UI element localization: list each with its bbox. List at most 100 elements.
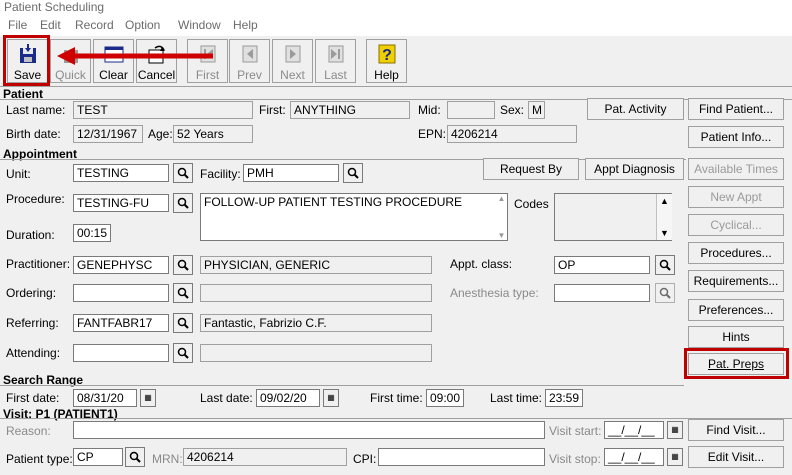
menu-file[interactable]: File	[8, 18, 27, 32]
visit-stop-calendar-button[interactable]: ▦	[667, 448, 683, 466]
last-time-field[interactable]: 23:59	[545, 389, 583, 407]
attending-name-field[interactable]	[200, 344, 432, 362]
anesthesia-type-label: Anesthesia type:	[450, 286, 539, 300]
duration-field[interactable]: 00:15	[73, 224, 111, 242]
birth-date-field[interactable]: 12/31/1967	[73, 125, 143, 143]
cyclical-button[interactable]: Cyclical...	[688, 214, 784, 236]
last-name-field[interactable]: TEST	[73, 101, 253, 119]
procedures-button[interactable]: Procedures...	[688, 242, 784, 264]
scroll-up-icon[interactable]: ▲	[657, 194, 672, 208]
appt-diagnosis-button[interactable]: Appt Diagnosis	[585, 158, 684, 180]
procedure-field[interactable]: TESTING-FU	[73, 194, 169, 212]
procedure-desc-scrollbar[interactable]: ▲ ▼	[496, 194, 507, 240]
preferences-button[interactable]: Preferences...	[688, 299, 784, 321]
facility-field[interactable]: PMH	[243, 164, 339, 182]
first-date-field[interactable]: 08/31/20	[73, 389, 137, 407]
unit-lookup-button[interactable]	[173, 163, 193, 183]
appt-class-field[interactable]: OP	[554, 256, 650, 274]
epn-label: EPN:	[418, 127, 447, 141]
magnifier-icon	[177, 167, 189, 179]
menu-bar: File Edit Record Option Window Help	[0, 16, 792, 36]
menu-help[interactable]: Help	[233, 18, 258, 32]
help-button[interactable]: ? Help	[366, 39, 407, 83]
previous-record-icon	[242, 45, 258, 63]
pat-preps-highlight-box	[684, 348, 789, 379]
magnifier-icon	[177, 259, 189, 271]
codes-scrollbar[interactable]: ▲ ▼	[656, 194, 672, 240]
ordering-lookup-button[interactable]	[173, 283, 193, 303]
epn-field[interactable]: 4206214	[447, 125, 577, 143]
practitioner-lookup-button[interactable]	[173, 255, 193, 275]
next-button[interactable]: Next	[272, 39, 313, 83]
pat-activity-button[interactable]: Pat. Activity	[587, 98, 684, 120]
patient-type-field[interactable]: CP	[73, 448, 123, 466]
appt-class-label: Appt. class:	[450, 257, 513, 271]
visit-start-field[interactable]: __/__/__	[604, 421, 664, 439]
requirements-button[interactable]: Requirements...	[688, 270, 784, 292]
first-name-field[interactable]: ANYTHING	[290, 101, 410, 119]
find-visit-button[interactable]: Find Visit...	[688, 419, 784, 441]
reason-field[interactable]	[73, 421, 545, 439]
attending-field[interactable]	[73, 344, 169, 362]
question-mark-icon: ?	[378, 44, 396, 64]
menu-option[interactable]: Option	[125, 18, 160, 32]
mid-field[interactable]	[447, 101, 495, 119]
anesthesia-lookup-button[interactable]	[655, 283, 675, 303]
menu-window[interactable]: Window	[178, 18, 221, 32]
referring-name-field[interactable]: Fantastic, Fabrizio C.F.	[200, 314, 432, 332]
patient-info-button[interactable]: Patient Info...	[688, 126, 784, 148]
new-appt-button[interactable]: New Appt	[688, 186, 784, 208]
practitioner-field[interactable]: GENEPHYSC	[73, 256, 169, 274]
hints-button[interactable]: Hints	[688, 326, 784, 348]
menu-edit[interactable]: Edit	[40, 18, 61, 32]
scroll-down-icon[interactable]: ▼	[657, 226, 672, 240]
procedure-label: Procedure:	[6, 192, 65, 206]
codes-list[interactable]	[554, 193, 672, 241]
procedure-description-box[interactable]: FOLLOW-UP PATIENT TESTING PROCEDURE	[200, 193, 508, 241]
birth-date-label: Birth date:	[6, 127, 61, 141]
unit-field[interactable]: TESTING	[73, 164, 169, 182]
anesthesia-type-field[interactable]	[554, 284, 650, 302]
magnifier-icon	[177, 347, 189, 359]
referring-lookup-button[interactable]	[173, 313, 193, 333]
ordering-field[interactable]	[73, 284, 169, 302]
attending-lookup-button[interactable]	[173, 343, 193, 363]
first-time-field[interactable]: 09:00	[426, 389, 464, 407]
ordering-name-field[interactable]	[200, 284, 432, 302]
prev-button[interactable]: Prev	[229, 39, 270, 83]
last-time-label: Last time:	[490, 391, 543, 405]
visit-stop-field[interactable]: __/__/__	[604, 448, 664, 466]
last-date-calendar-button[interactable]: ▦	[323, 389, 339, 407]
reason-label: Reason:	[6, 424, 51, 438]
first-name-label: First:	[259, 103, 286, 117]
magnifier-icon	[347, 167, 359, 179]
menu-record[interactable]: Record	[75, 18, 114, 32]
edit-visit-button[interactable]: Edit Visit...	[688, 446, 784, 468]
mid-label: Mid:	[418, 103, 441, 117]
referring-field[interactable]: FANTFABR17	[73, 314, 169, 332]
facility-lookup-button[interactable]	[343, 163, 363, 183]
calendar-icon: ▦	[144, 393, 152, 402]
mrn-field[interactable]: 4206214	[183, 448, 347, 466]
procedure-lookup-button[interactable]	[173, 193, 193, 213]
find-patient-button[interactable]: Find Patient...	[688, 98, 784, 120]
cpi-field[interactable]	[378, 448, 545, 466]
cpi-label: CPI:	[353, 452, 377, 466]
window-title: Patient Scheduling	[0, 0, 792, 16]
request-by-button[interactable]: Request By	[483, 158, 579, 180]
magnifier-icon	[129, 451, 141, 463]
last-button[interactable]: Last	[315, 39, 356, 83]
age-field[interactable]: 52 Years	[173, 125, 253, 143]
patient-type-lookup-button[interactable]	[125, 447, 145, 467]
appt-class-lookup-button[interactable]	[655, 255, 675, 275]
first-date-calendar-button[interactable]: ▦	[140, 389, 156, 407]
visit-start-calendar-button[interactable]: ▦	[667, 421, 683, 439]
available-times-button[interactable]: Available Times	[688, 158, 784, 180]
practitioner-name-field[interactable]: PHYSICIAN, GENERIC	[200, 256, 432, 274]
visit-stop-label: Visit stop:	[549, 452, 601, 466]
last-record-icon	[328, 45, 344, 63]
red-arrow-pointer	[57, 47, 213, 65]
last-date-field[interactable]: 09/02/20	[256, 389, 320, 407]
sex-field[interactable]: M	[528, 101, 545, 119]
unit-label: Unit:	[6, 167, 31, 181]
